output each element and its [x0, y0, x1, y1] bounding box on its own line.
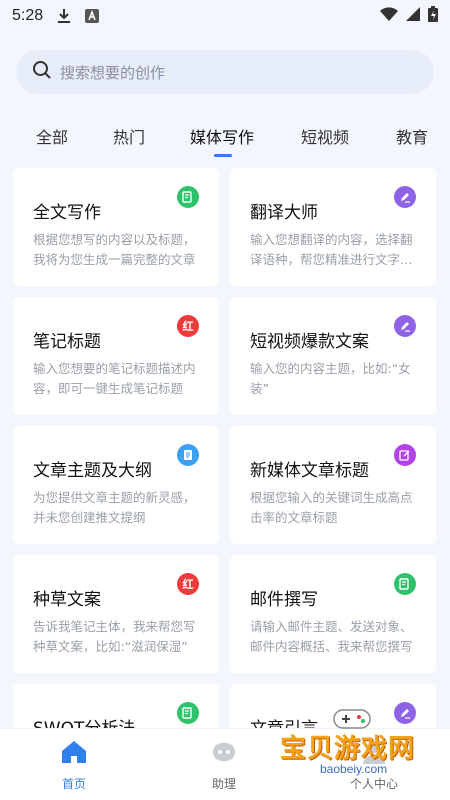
category-tabs: 全部 热门 媒体写作 短视频 教育 — [0, 112, 450, 162]
assistant-icon — [210, 743, 238, 769]
status-time: 5:28 — [12, 7, 44, 24]
card-note-title[interactable]: 笔记标题 输入您想要的笔记标题描述内容，即可一键生成笔记标题 红 — [13, 297, 219, 415]
doc-icon — [177, 444, 199, 466]
card-title: 笔记标题 — [33, 332, 101, 352]
download-icon — [57, 8, 71, 24]
tab-media-writing[interactable]: 媒体写作 — [190, 124, 254, 148]
card-description: 输入您想翻译的内容，选择翻译语种，帮您精准进行文字翻译 — [250, 232, 413, 267]
card-description: 输入您的内容主题，比如:“女装” — [250, 361, 411, 396]
home-icon — [60, 741, 88, 769]
card-title: 邮件撰写 — [250, 590, 318, 610]
note-icon — [177, 186, 199, 208]
card-new-media-title[interactable]: 新媒体文章标题 根据您输入的关键词生成高点击率的文章标题 — [230, 426, 436, 544]
tab-all[interactable]: 全部 — [36, 124, 68, 148]
card-title: 全文写作 — [33, 203, 101, 223]
tab-education[interactable]: 教育 — [396, 124, 428, 148]
card-title: 翻译大师 — [250, 203, 318, 223]
card-description: 告诉我笔记主体，我来帮您写种草文案，比如:“滋润保湿” — [33, 619, 196, 654]
red-icon: 红 — [177, 315, 199, 337]
card-seeding-copy[interactable]: 种草文案 告诉我笔记主体，我来帮您写种草文案，比如:“滋润保湿” 红 — [13, 555, 219, 673]
card-title: 新媒体文章标题 — [250, 461, 369, 481]
pen-icon — [394, 702, 416, 724]
bottom-navigation: 首页 助理 个人中心 — [0, 728, 450, 800]
battery-icon — [428, 6, 438, 26]
search-placeholder: 搜索想要的创作 — [60, 63, 166, 82]
card-swot-analysis[interactable]: SWOT分析法 — [13, 684, 219, 728]
card-title: SWOT分析法 — [33, 714, 135, 728]
card-translator[interactable]: 翻译大师 输入您想翻译的内容，选择翻译语种，帮您精准进行文字翻译 — [230, 168, 436, 286]
tool-card-grid: 全文写作 根据您想写的内容以及标题，我将为您生成一篇完整的文章 翻译大师 输入您… — [0, 168, 450, 728]
card-description: 请输入邮件主题、发送对象、邮件内容概括、我来帮您撰写 — [250, 619, 413, 654]
nav-assistant-label: 助理 — [211, 777, 236, 791]
signal-icon — [406, 7, 420, 25]
card-full-article[interactable]: 全文写作 根据您想写的内容以及标题，我将为您生成一篇完整的文章 — [13, 168, 219, 286]
red-icon: 红 — [177, 573, 199, 595]
nav-assistant[interactable]: 助理 — [184, 739, 264, 792]
nav-home[interactable]: 首页 — [34, 739, 114, 792]
tab-hot[interactable]: 热门 — [113, 124, 145, 148]
edit-icon — [394, 444, 416, 466]
status-bar: 5:28 — [0, 0, 450, 32]
a-icon — [85, 9, 100, 23]
card-title: 短视频爆款文案 — [250, 332, 369, 352]
card-title: 种草文案 — [33, 590, 101, 610]
card-title: 文章主题及大纲 — [33, 461, 152, 481]
card-description: 根据您输入的关键词生成高点击率的文章标题 — [250, 490, 413, 525]
nav-home-label: 首页 — [61, 777, 86, 791]
search-icon — [32, 60, 52, 84]
card-title: 文章引言 — [250, 714, 318, 728]
nav-profile-label: 个人中心 — [349, 777, 398, 791]
card-email-writing[interactable]: 邮件撰写 请输入邮件主题、发送对象、邮件内容概括、我来帮您撰写 — [230, 555, 436, 673]
card-description: 输入您想要的笔记标题描述内容，即可一键生成笔记标题 — [33, 361, 196, 396]
note-icon — [177, 702, 199, 724]
card-description: 为您提供文章主题的新灵感，并未您创建推文提纲 — [33, 490, 196, 525]
pen-icon — [394, 186, 416, 208]
wifi-icon — [380, 7, 398, 25]
note-icon — [394, 573, 416, 595]
tab-short-video[interactable]: 短视频 — [301, 124, 349, 148]
nav-profile[interactable]: 个人中心 — [334, 739, 414, 792]
card-article-intro[interactable]: 文章引言 — [230, 684, 436, 728]
profile-icon — [360, 741, 388, 769]
card-article-outline[interactable]: 文章主题及大纲 为您提供文章主题的新灵感，并未您创建推文提纲 — [13, 426, 219, 544]
search-input[interactable]: 搜索想要的创作 — [16, 50, 434, 94]
card-short-video-copy[interactable]: 短视频爆款文案 输入您的内容主题，比如:“女装” — [230, 297, 436, 415]
active-tab-indicator — [214, 154, 232, 157]
card-description: 根据您想写的内容以及标题，我将为您生成一篇完整的文章 — [33, 232, 196, 267]
pen-icon — [394, 315, 416, 337]
